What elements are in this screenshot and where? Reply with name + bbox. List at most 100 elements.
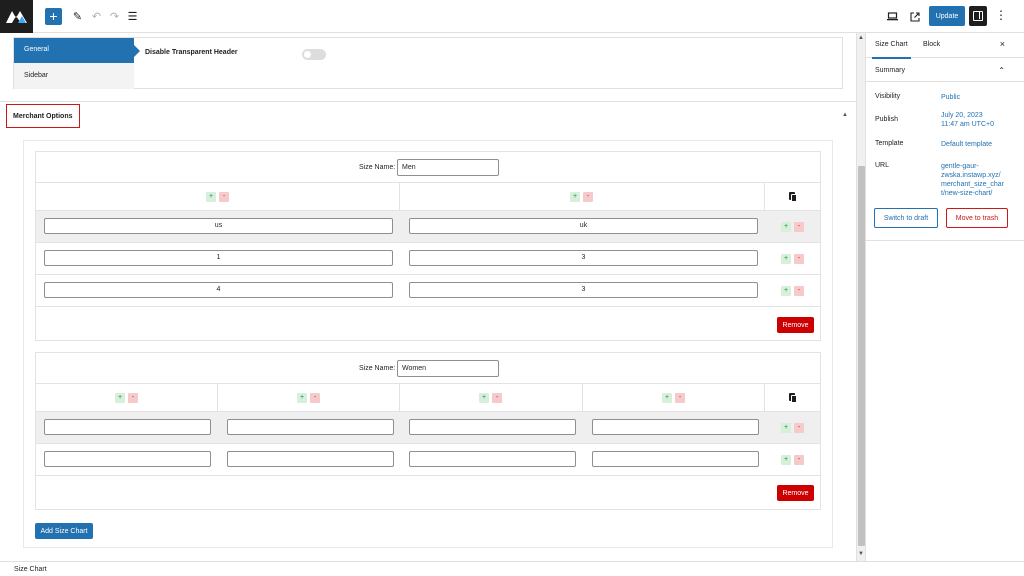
column-header: + -	[218, 384, 400, 411]
copy-icon[interactable]	[789, 393, 799, 403]
remove-column-button[interactable]: -	[675, 393, 685, 403]
options-menu-icon[interactable]: ⋮	[995, 8, 1007, 25]
visibility-value[interactable]: Public	[941, 93, 960, 102]
scroll-up-icon[interactable]: ▲	[857, 35, 865, 43]
collapse-caret-icon[interactable]: ▲	[842, 112, 848, 118]
cell-input[interactable]	[227, 451, 394, 467]
remove-row-button[interactable]: -	[794, 222, 804, 232]
remove-column-button[interactable]: -	[492, 393, 502, 403]
cell-input[interactable]	[592, 419, 759, 435]
add-size-chart-button[interactable]: Add Size Chart	[35, 523, 93, 539]
add-row-button[interactable]: +	[781, 455, 791, 465]
add-column-button[interactable]: +	[206, 192, 216, 202]
add-column-button[interactable]: +	[662, 393, 672, 403]
merchant-options-body: Size Name: Men +- +- us uk +- 1 3 +-	[23, 140, 833, 548]
divider	[866, 240, 1024, 241]
cell-input[interactable]: 1	[44, 250, 393, 266]
add-row-button[interactable]: +	[781, 222, 791, 232]
remove-row-button[interactable]: -	[794, 286, 804, 296]
column-header: + -	[36, 384, 218, 411]
remove-row-button[interactable]: -	[794, 455, 804, 465]
size-name-row: Size Name: Men	[36, 152, 820, 183]
scroll-down-icon[interactable]: ▼	[857, 551, 865, 559]
summary-panel-header[interactable]: Summary ⌃	[866, 58, 1024, 82]
tab-general[interactable]: General	[14, 38, 140, 63]
table-row: + -	[36, 412, 820, 444]
remove-column-button[interactable]: -	[128, 393, 138, 403]
add-row-button[interactable]: +	[781, 423, 791, 433]
redo-icon[interactable]: ↷	[106, 8, 123, 25]
cell-input[interactable]	[44, 451, 211, 467]
move-to-trash-button[interactable]: Move to trash	[946, 208, 1008, 228]
settings-panel-toggle-icon[interactable]	[969, 6, 987, 26]
pencil-icon[interactable]: ✎	[69, 8, 86, 25]
size-name-label: Size Name:	[359, 164, 396, 171]
publish-time: 11:47 am UTC+0	[941, 121, 994, 128]
merchant-options-header[interactable]: Merchant Options ▲	[0, 101, 856, 129]
undo-icon[interactable]: ↶	[88, 8, 105, 25]
update-button[interactable]: Update	[929, 6, 965, 26]
remove-chart-button[interactable]: Remove	[777, 485, 814, 501]
table-row: 4 3 + -	[36, 275, 820, 307]
column-header: + -	[400, 183, 765, 210]
add-column-button[interactable]: +	[479, 393, 489, 403]
add-row-button[interactable]: +	[781, 286, 791, 296]
column-header: + -	[36, 183, 400, 210]
remove-column-button[interactable]: -	[583, 192, 593, 202]
close-icon[interactable]: ×	[1000, 39, 1005, 49]
remove-column-button[interactable]: -	[219, 192, 229, 202]
cell-input[interactable]	[409, 451, 576, 467]
column-header: + -	[400, 384, 583, 411]
cell-input[interactable]: uk	[409, 218, 758, 234]
column-controls-row: + - + -	[36, 183, 820, 211]
add-column-button[interactable]: +	[570, 192, 580, 202]
editor-top-bar: + ✎ ↶ ↷ ☰ Update ⋮	[0, 0, 1024, 33]
external-link-icon[interactable]	[906, 8, 923, 25]
list-view-icon[interactable]: ☰	[124, 8, 141, 25]
cell-input[interactable]: us	[44, 218, 393, 234]
remove-chart-button[interactable]: Remove	[777, 317, 814, 333]
remove-column-button[interactable]: -	[310, 393, 320, 403]
cell-input[interactable]: 3	[409, 282, 758, 298]
size-name-input[interactable]: Women	[397, 360, 499, 377]
tab-sidebar[interactable]: Sidebar	[14, 63, 134, 89]
tab-block[interactable]: Block	[923, 41, 940, 48]
sidebar-tabs: Size Chart Block ×	[866, 33, 1024, 59]
site-logo[interactable]	[0, 0, 33, 33]
preview-device-icon[interactable]	[884, 8, 901, 25]
content-scrollbar[interactable]: ▲ ▼	[856, 33, 865, 561]
cell-input[interactable]: 3	[409, 250, 758, 266]
add-column-button[interactable]: +	[115, 393, 125, 403]
cell-input[interactable]	[44, 419, 211, 435]
publish-value[interactable]: July 20, 2023 11:47 am UTC+0	[941, 111, 994, 129]
remove-row-button[interactable]: -	[794, 423, 804, 433]
scroll-thumb[interactable]	[858, 166, 865, 546]
cell-input[interactable]	[592, 451, 759, 467]
table-row: us uk + -	[36, 211, 820, 243]
breadcrumb[interactable]: Size Chart	[14, 566, 47, 573]
url-value[interactable]: gentle-gaur- zwska.instawp.xyz/ merchant…	[941, 162, 1004, 198]
add-column-button[interactable]: +	[297, 393, 307, 403]
remove-row-button[interactable]: -	[794, 254, 804, 264]
add-row-button[interactable]: +	[781, 254, 791, 264]
page-settings-panel: General Sidebar Disable Transparent Head…	[13, 37, 843, 89]
copy-icon[interactable]	[789, 192, 799, 202]
publish-label: Publish	[875, 116, 898, 123]
editor-footer: Size Chart	[0, 561, 1024, 576]
transparent-header-toggle[interactable]	[302, 49, 326, 60]
add-block-button[interactable]: +	[45, 8, 62, 25]
cell-input[interactable]: 4	[44, 282, 393, 298]
chevron-up-icon[interactable]: ⌃	[998, 66, 1005, 75]
column-header: + -	[583, 384, 765, 411]
column-controls-row: + - + - + - + -	[36, 384, 820, 412]
switch-to-draft-button[interactable]: Switch to draft	[874, 208, 938, 228]
editor-content: General Sidebar Disable Transparent Head…	[0, 33, 856, 561]
url-label: URL	[875, 162, 890, 169]
size-name-input[interactable]: Men	[397, 159, 499, 176]
size-chart-women: Size Name: Women + - + - + - + - + - + -…	[35, 352, 821, 510]
settings-sidebar: Size Chart Block × Summary ⌃ Visibility …	[865, 33, 1024, 561]
cell-input[interactable]	[409, 419, 576, 435]
template-value[interactable]: Default template	[941, 140, 992, 149]
cell-input[interactable]	[227, 419, 394, 435]
tab-size-chart[interactable]: Size Chart	[872, 41, 911, 59]
